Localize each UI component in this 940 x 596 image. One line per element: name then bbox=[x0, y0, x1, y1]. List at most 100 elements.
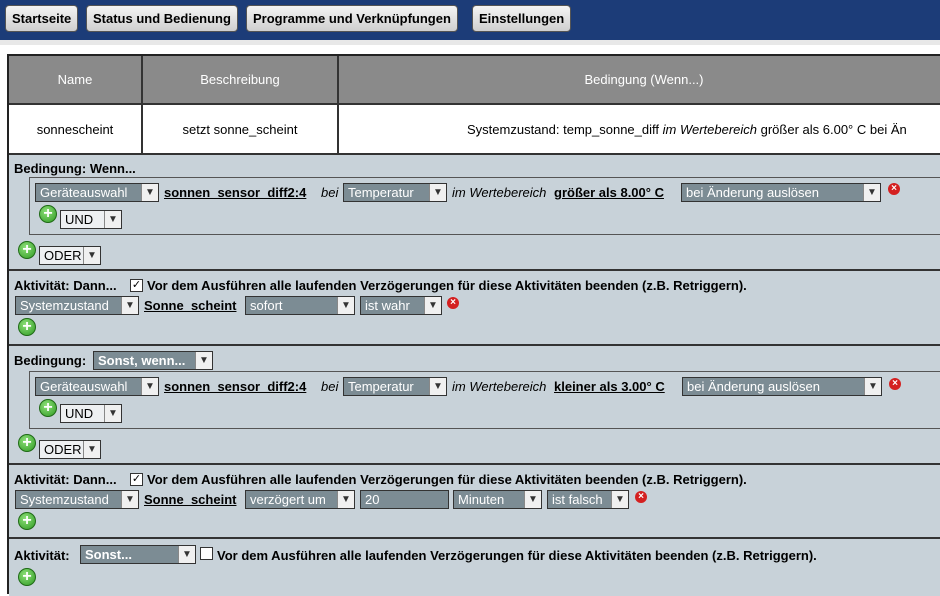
trigger-select-value: bei Änderung auslösen bbox=[686, 185, 819, 200]
parameter-select[interactable]: Temperatur ▼ bbox=[343, 377, 447, 396]
chevron-down-icon: ▼ bbox=[337, 297, 354, 314]
add-icon[interactable]: + bbox=[18, 512, 36, 530]
activity-section-1: Aktivität: Dann... ✓ Vor dem Ausführen a… bbox=[9, 269, 940, 344]
value-select-value: ist falsch bbox=[552, 492, 603, 507]
activity-section-3: Aktivität: Sonst... ▼ Vor dem Ausführen a… bbox=[9, 537, 940, 596]
activity-1-label: Aktivität: Dann... bbox=[14, 278, 117, 293]
condition-section-1: Bedingung: Wenn... Geräteauswahl ▼ sonnen… bbox=[9, 153, 940, 269]
target-link[interactable]: Sonne_scheint bbox=[144, 296, 236, 315]
und-select[interactable]: UND ▼ bbox=[60, 210, 122, 229]
wertebereich-label: im Wertebereich bbox=[452, 379, 547, 394]
device-select[interactable]: Geräteauswahl ▼ bbox=[35, 377, 159, 396]
timing-select-value: sofort bbox=[250, 298, 283, 313]
summary-post: größer als 6.00° C bei Än bbox=[757, 122, 907, 137]
summary-pre: Systemzustand: temp_sonne_diff bbox=[467, 122, 663, 137]
activity-3-label: Aktivität: bbox=[14, 548, 70, 563]
activity-type-select[interactable]: Systemzustand ▼ bbox=[15, 296, 139, 315]
program-condition-summary: Systemzustand: temp_sonne_diff im Werteb… bbox=[339, 103, 940, 153]
startseite-button[interactable]: Startseite bbox=[5, 5, 79, 32]
chevron-down-icon: ▼ bbox=[429, 378, 446, 395]
program-editor: Name Beschreibung Bedingung (Wenn...) so… bbox=[7, 54, 940, 596]
range-link[interactable]: kleiner als 3.00° C bbox=[554, 377, 665, 396]
program-name[interactable]: sonnescheint bbox=[9, 103, 143, 153]
chevron-down-icon: ▼ bbox=[121, 297, 138, 314]
condition-2-label: Bedingung: bbox=[14, 353, 87, 368]
chevron-down-icon: ▼ bbox=[141, 184, 158, 201]
device-link[interactable]: sonnen_sensor_diff2:4 bbox=[164, 183, 306, 202]
chevron-down-icon: ▼ bbox=[864, 378, 881, 395]
add-icon[interactable]: + bbox=[18, 434, 36, 452]
condition-mode-value: Sonst, wenn... bbox=[98, 353, 186, 368]
chevron-down-icon: ▼ bbox=[178, 546, 195, 563]
add-icon[interactable]: + bbox=[18, 568, 36, 586]
parameter-select[interactable]: Temperatur ▼ bbox=[343, 183, 447, 202]
chevron-down-icon: ▼ bbox=[424, 297, 441, 314]
chevron-down-icon: ▼ bbox=[83, 441, 100, 458]
device-select-value: Geräteauswahl bbox=[40, 379, 128, 394]
trigger-select[interactable]: bei Änderung auslösen ▼ bbox=[682, 377, 882, 396]
activity-type-value: Systemzustand bbox=[20, 298, 109, 313]
oder-select[interactable]: ODER ▼ bbox=[39, 440, 101, 459]
chevron-down-icon: ▼ bbox=[611, 491, 628, 508]
oder-select[interactable]: ODER ▼ bbox=[39, 246, 101, 265]
programme-button[interactable]: Programme und Verknüpfungen bbox=[246, 5, 458, 32]
chevron-down-icon: ▼ bbox=[195, 352, 212, 369]
chevron-down-icon: ▼ bbox=[337, 491, 354, 508]
activity-mode-value: Sonst... bbox=[85, 547, 132, 562]
device-select-value: Geräteauswahl bbox=[40, 185, 128, 200]
trigger-select-value: bei Änderung auslösen bbox=[687, 379, 820, 394]
retrigger-checkbox[interactable]: ✓ bbox=[130, 279, 143, 292]
add-icon[interactable]: + bbox=[18, 318, 36, 336]
einstellungen-button[interactable]: Einstellungen bbox=[472, 5, 572, 32]
timing-select[interactable]: verzögert um ▼ bbox=[245, 490, 355, 509]
delete-icon[interactable]: × bbox=[888, 183, 900, 195]
oder-select-value: ODER bbox=[44, 442, 82, 457]
condition-mode-select[interactable]: Sonst, wenn... ▼ bbox=[93, 351, 213, 370]
unit-select[interactable]: Minuten ▼ bbox=[453, 490, 542, 509]
und-select[interactable]: UND ▼ bbox=[60, 404, 122, 423]
header-bedingung: Bedingung (Wenn...) bbox=[339, 56, 940, 103]
range-link[interactable]: größer als 8.00° C bbox=[554, 183, 664, 202]
chevron-down-icon: ▼ bbox=[429, 184, 446, 201]
und-select-value: UND bbox=[65, 212, 94, 227]
add-icon[interactable]: + bbox=[39, 205, 57, 223]
activity-section-2: Aktivität: Dann... ✓ Vor dem Ausführen a… bbox=[9, 463, 940, 537]
activity-type-value: Systemzustand bbox=[20, 492, 109, 507]
delete-icon[interactable]: × bbox=[889, 378, 901, 390]
header-beschreibung: Beschreibung bbox=[143, 56, 339, 103]
value-select-value: ist wahr bbox=[365, 298, 410, 313]
trigger-select[interactable]: bei Änderung auslösen ▼ bbox=[681, 183, 881, 202]
device-link[interactable]: sonnen_sensor_diff2:4 bbox=[164, 377, 306, 396]
device-select[interactable]: Geräteauswahl ▼ bbox=[35, 183, 159, 202]
delete-icon[interactable]: × bbox=[635, 491, 647, 503]
chevron-down-icon: ▼ bbox=[104, 405, 121, 422]
timing-select[interactable]: sofort ▼ bbox=[245, 296, 355, 315]
delete-icon[interactable]: × bbox=[447, 297, 459, 309]
delay-value-input[interactable]: 20 bbox=[360, 490, 449, 509]
program-description[interactable]: setzt sonne_scheint bbox=[143, 103, 339, 153]
wertebereich-label: im Wertebereich bbox=[452, 185, 547, 200]
add-icon[interactable]: + bbox=[18, 241, 36, 259]
retrigger-checkbox[interactable] bbox=[200, 547, 213, 560]
parameter-select-value: Temperatur bbox=[348, 185, 414, 200]
value-select[interactable]: ist wahr ▼ bbox=[360, 296, 442, 315]
retrigger-label: Vor dem Ausführen alle laufenden Verzöge… bbox=[147, 278, 747, 293]
value-select[interactable]: ist falsch ▼ bbox=[547, 490, 629, 509]
condition-1-subgroup: Geräteauswahl ▼ sonnen_sensor_diff2:4 bei… bbox=[29, 177, 940, 235]
retrigger-label: Vor dem Ausführen alle laufenden Verzöge… bbox=[147, 472, 747, 487]
target-link[interactable]: Sonne_scheint bbox=[144, 490, 236, 509]
top-navigation-bar: Startseite Status und Bedienung Programm… bbox=[0, 0, 940, 40]
summary-italic: im Wertebereich bbox=[662, 122, 758, 137]
separator bbox=[0, 40, 940, 45]
retrigger-checkbox[interactable]: ✓ bbox=[130, 473, 143, 486]
parameter-select-value: Temperatur bbox=[348, 379, 414, 394]
status-button[interactable]: Status und Bedienung bbox=[86, 5, 238, 32]
activity-mode-select[interactable]: Sonst... ▼ bbox=[80, 545, 196, 564]
bei-label: bei bbox=[321, 379, 339, 394]
add-icon[interactable]: + bbox=[39, 399, 57, 417]
activity-type-select[interactable]: Systemzustand ▼ bbox=[15, 490, 139, 509]
chevron-down-icon: ▼ bbox=[83, 247, 100, 264]
chevron-down-icon: ▼ bbox=[104, 211, 121, 228]
condition-section-2: Bedingung: Sonst, wenn... ▼ Geräteauswahl… bbox=[9, 344, 940, 463]
oder-select-value: ODER bbox=[44, 248, 82, 263]
